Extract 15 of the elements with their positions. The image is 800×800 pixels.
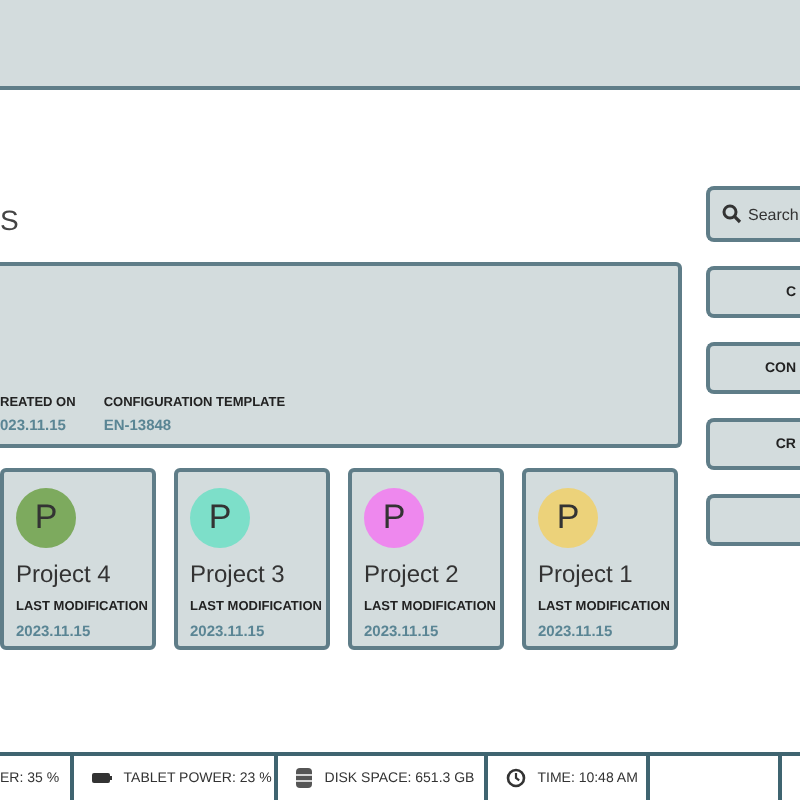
project-name: Project 4 [16,560,111,588]
database-icon [296,768,313,788]
project-avatar: P [16,488,76,548]
project-avatar: P [538,488,598,548]
search-field[interactable]: Search [706,186,800,242]
project-avatar: P [364,488,424,548]
project-name: Project 1 [538,560,633,588]
search-icon [722,204,742,224]
page-title: S [0,202,21,240]
blank-button[interactable] [706,494,800,546]
project-avatar: P [190,488,250,548]
battery-icon [91,772,112,784]
clock-icon [505,768,526,788]
project-name: Project 3 [190,560,285,588]
project-name: Project 2 [364,560,459,588]
